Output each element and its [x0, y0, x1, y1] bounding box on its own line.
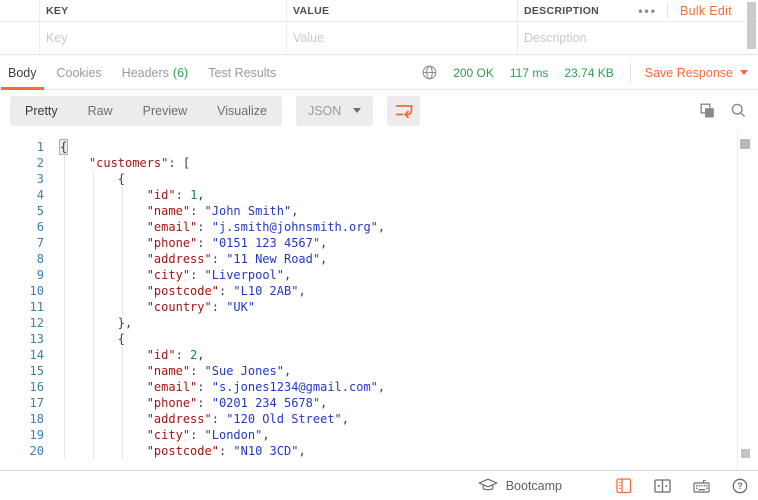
response-tabbar: Body Cookies Headers (6) Test Results 20… [0, 56, 758, 90]
code-line: 7 "phone": "0151 123 4567", [0, 235, 758, 251]
line-number: 11 [0, 299, 44, 315]
line-number: 20 [0, 443, 44, 459]
code-line: 18 "address": "120 Old Street", [0, 411, 758, 427]
line-number: 8 [0, 251, 44, 267]
line-number: 3 [0, 171, 44, 187]
keyboard-shortcuts-icon[interactable] [693, 479, 710, 493]
value-input[interactable] [293, 31, 506, 45]
code-line: 1{ [0, 139, 758, 155]
code-scrollbar-corner [741, 449, 750, 458]
response-meta: 200 OK 117 ms 23.74 KB Save Response [422, 63, 758, 83]
code-line: 13 { [0, 331, 758, 347]
line-number: 16 [0, 379, 44, 395]
tab-body[interactable]: Body [8, 56, 37, 89]
svg-text:?: ? [737, 481, 743, 491]
mode-preview[interactable]: Preview [128, 104, 202, 118]
changelog-panel-icon[interactable] [616, 478, 632, 494]
bulk-edit-button[interactable]: Bulk Edit [680, 4, 732, 18]
response-time: 117 ms [510, 66, 548, 80]
column-header-description: DESCRIPTION [518, 0, 638, 21]
description-input[interactable] [524, 31, 746, 45]
code-line: 4 "id": 1, [0, 187, 758, 203]
line-number: 5 [0, 203, 44, 219]
line-number: 9 [0, 267, 44, 283]
bootcamp-button[interactable]: Bootcamp [478, 478, 562, 493]
wrap-text-button[interactable] [387, 96, 420, 126]
params-empty-row [0, 22, 758, 55]
wrap-text-icon [395, 103, 413, 118]
status-badge: 200 OK [453, 66, 494, 80]
row-handle-column [0, 0, 40, 21]
code-line: 9 "city": "Liverpool", [0, 267, 758, 283]
key-input[interactable] [46, 31, 274, 45]
tab-test-results[interactable]: Test Results [208, 56, 276, 89]
params-table: KEY VALUE DESCRIPTION ••• Bulk Edit [0, 0, 758, 56]
tab-headers[interactable]: Headers (6) [122, 56, 189, 89]
line-number: 2 [0, 155, 44, 171]
two-pane-view-icon[interactable] [654, 479, 671, 493]
language-select[interactable]: JSON [296, 96, 373, 126]
save-response-button[interactable]: Save Response [645, 66, 748, 80]
code-line: 8 "address": "11 New Road", [0, 251, 758, 267]
code-line: 19 "city": "London", [0, 427, 758, 443]
code-line: 6 "email": "j.smith@johnsmith.org", [0, 219, 758, 235]
code-lines: 1{2 "customers": [3 {4 "id": 1,5 "name":… [0, 139, 758, 459]
response-size: 23.74 KB [564, 66, 613, 80]
response-body-editor[interactable]: 1{2 "customers": [3 {4 "id": 1,5 "name":… [0, 131, 758, 470]
code-line: 3 { [0, 171, 758, 187]
status-bar: Bootcamp [0, 470, 758, 500]
code-line: 16 "email": "s.jones1234@gmail.com", [0, 379, 758, 395]
search-icon[interactable] [731, 103, 746, 118]
globe-icon[interactable] [422, 65, 437, 80]
graduation-cap-icon [478, 478, 498, 493]
params-actions: ••• Bulk Edit [638, 3, 758, 18]
line-number: 12 [0, 315, 44, 331]
code-line: 17 "phone": "0201 234 5678", [0, 395, 758, 411]
copy-icon[interactable] [700, 103, 715, 119]
more-options-icon[interactable]: ••• [638, 4, 657, 18]
mode-raw[interactable]: Raw [73, 104, 128, 118]
params-scrollbar-thumb[interactable] [747, 2, 756, 49]
column-header-value: VALUE [287, 0, 518, 21]
divider [667, 3, 668, 18]
view-mode-switcher: Pretty Raw Preview Visualize [10, 96, 282, 126]
chevron-down-icon [353, 108, 361, 113]
mode-visualize[interactable]: Visualize [202, 104, 282, 118]
body-view-toolbar: Pretty Raw Preview Visualize JSON [0, 90, 758, 131]
chevron-down-icon [740, 70, 748, 75]
line-number: 4 [0, 187, 44, 203]
code-scrollbar-thumb[interactable] [740, 139, 750, 149]
line-number: 10 [0, 283, 44, 299]
code-line: 15 "name": "Sue Jones", [0, 363, 758, 379]
params-table-header: KEY VALUE DESCRIPTION ••• Bulk Edit [0, 0, 758, 22]
headers-count-badge: (6) [173, 66, 188, 80]
line-number: 19 [0, 427, 44, 443]
code-line: 5 "name": "John Smith", [0, 203, 758, 219]
code-line: 2 "customers": [ [0, 155, 758, 171]
tab-cookies[interactable]: Cookies [57, 56, 102, 89]
code-line: 11 "country": "UK" [0, 299, 758, 315]
toolbar-right [684, 103, 758, 119]
row-handle-cell [0, 22, 40, 54]
line-number: 1 [0, 139, 44, 155]
divider [630, 63, 631, 83]
line-number: 13 [0, 331, 44, 347]
line-number: 6 [0, 219, 44, 235]
postman-response-panel: KEY VALUE DESCRIPTION ••• Bulk Edit Body… [0, 0, 758, 500]
line-number: 17 [0, 395, 44, 411]
column-header-key: KEY [40, 0, 287, 21]
mode-pretty[interactable]: Pretty [10, 104, 73, 118]
code-line: 12 }, [0, 315, 758, 331]
line-number: 18 [0, 411, 44, 427]
code-line: 10 "postcode": "L10 2AB", [0, 283, 758, 299]
line-number: 7 [0, 235, 44, 251]
line-number: 15 [0, 363, 44, 379]
code-line: 14 "id": 2, [0, 347, 758, 363]
help-icon[interactable]: ? [732, 478, 748, 494]
code-line: 20 "postcode": "N10 3CD", [0, 443, 758, 459]
line-number: 14 [0, 347, 44, 363]
